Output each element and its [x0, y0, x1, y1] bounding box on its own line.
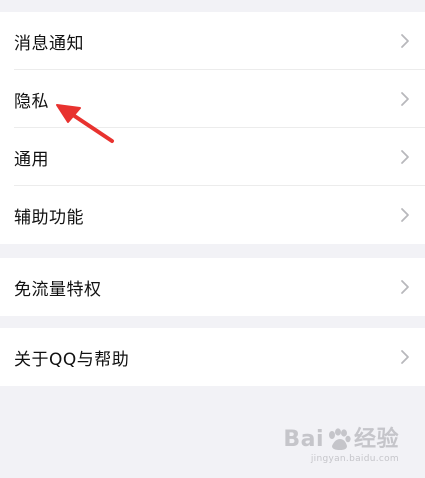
settings-item-label: 消息通知 — [14, 33, 84, 54]
chevron-right-icon — [401, 350, 409, 364]
settings-item-free-data[interactable]: 免流量特权 — [0, 258, 425, 316]
settings-item-label: 辅助功能 — [14, 207, 84, 228]
settings-group-main: 消息通知 隐私 通用 辅助功能 — [0, 12, 425, 244]
chevron-right-icon — [401, 92, 409, 106]
settings-item-general[interactable]: 通用 — [0, 128, 425, 186]
settings-item-label: 关于QQ与帮助 — [14, 349, 130, 370]
chevron-right-icon — [401, 280, 409, 294]
settings-screen: { "groups": [ { "items": [ {"label": "消息… — [0, 0, 425, 478]
watermark: Bai 经验 jingyan.baidu.com — [283, 428, 399, 464]
settings-item-privacy[interactable]: 隐私 — [0, 70, 425, 128]
settings-item-about-help[interactable]: 关于QQ与帮助 — [0, 328, 425, 386]
watermark-logo: Bai 经验 — [283, 428, 399, 452]
settings-item-accessibility[interactable]: 辅助功能 — [0, 186, 425, 244]
settings-group-about: 关于QQ与帮助 — [0, 328, 425, 386]
settings-item-label: 隐私 — [14, 91, 49, 112]
watermark-brand: Bai — [283, 427, 324, 452]
settings-item-label: 通用 — [14, 149, 49, 170]
chevron-right-icon — [401, 150, 409, 164]
settings-group-data: 免流量特权 — [0, 258, 425, 316]
settings-item-label: 免流量特权 — [14, 279, 102, 300]
watermark-url: jingyan.baidu.com — [310, 454, 399, 464]
chevron-right-icon — [401, 208, 409, 222]
chevron-right-icon — [401, 34, 409, 48]
paw-icon — [328, 428, 351, 450]
watermark-brand-suffix: 经验 — [353, 427, 399, 452]
settings-item-notifications[interactable]: 消息通知 — [0, 12, 425, 70]
